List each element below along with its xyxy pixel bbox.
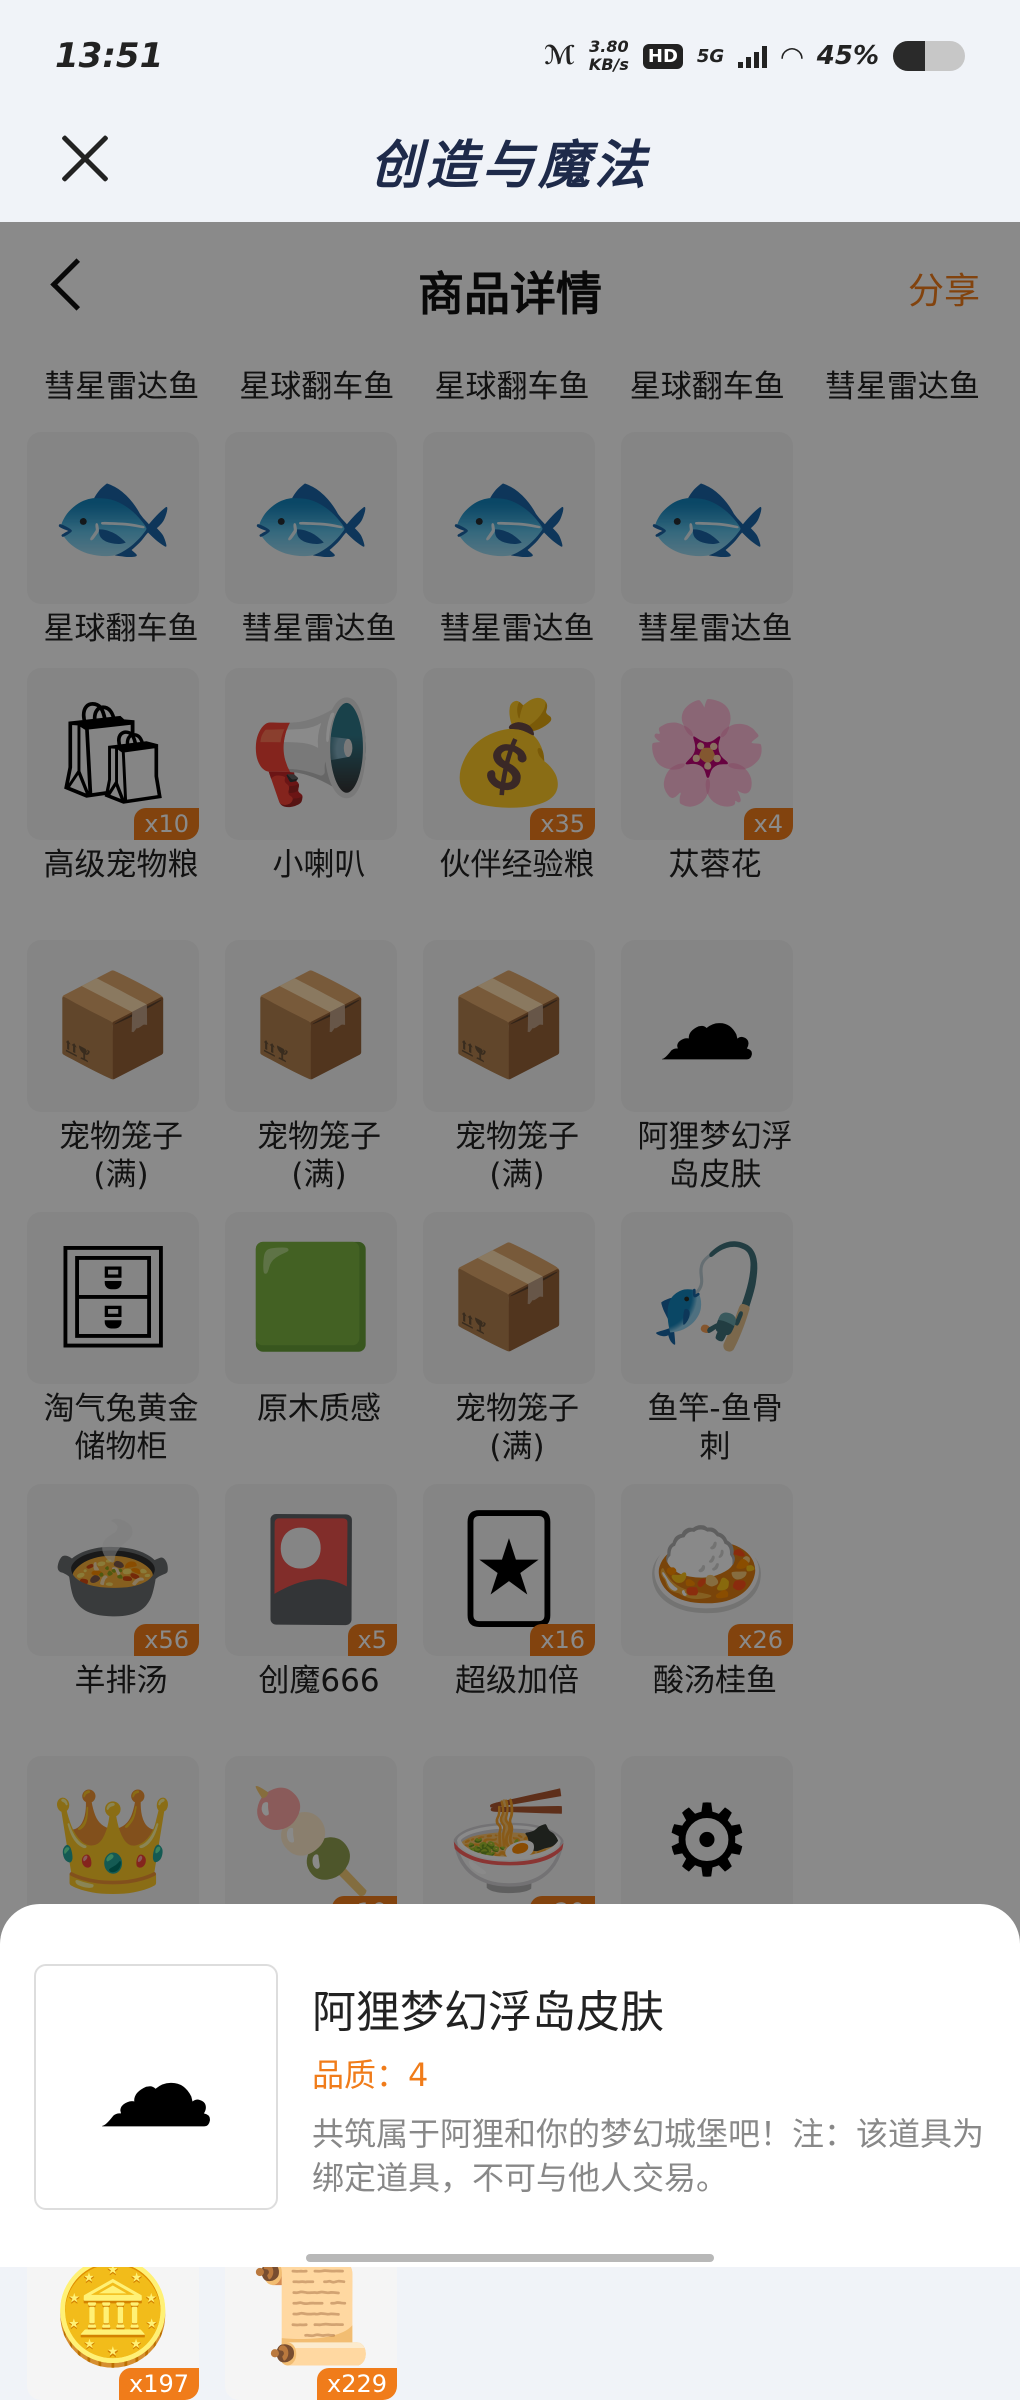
item-icon: 🪙 xyxy=(50,2254,176,2371)
clock: 13:51 xyxy=(55,36,164,76)
battery-icon xyxy=(893,41,965,71)
hd-icon: HD xyxy=(642,43,683,69)
item-description: 共筑属于阿狸和你的梦幻城堡吧！注：该道具为绑定道具，不可与他人交易。 xyxy=(312,2115,985,2197)
nfc-icon: ℳ xyxy=(544,41,575,71)
status-icons: ℳ 3.80 KB/s HD 5G ◠ 45% xyxy=(544,34,965,78)
battery-percent: 45% xyxy=(816,41,879,71)
item-quality: 品质：4 xyxy=(312,2056,429,2094)
home-indicator[interactable] xyxy=(306,2254,714,2262)
network-type: 5G xyxy=(696,45,725,67)
net-speed-value: 3.80 xyxy=(589,37,629,56)
signal-icon xyxy=(738,44,768,68)
item-thumbnail: ☁ xyxy=(34,1964,278,2210)
status-bar: 13:51 ℳ 3.80 KB/s HD 5G ◠ 45% xyxy=(0,0,1020,110)
quantity-badge: x197 xyxy=(118,2368,199,2400)
item-icon: 📜 xyxy=(248,2254,374,2371)
net-speed: 3.80 KB/s xyxy=(589,38,629,74)
island-skin-icon: ☁ xyxy=(96,2016,216,2155)
quantity-badge: x229 xyxy=(316,2368,397,2400)
wifi-icon: ◠ xyxy=(781,39,803,73)
app-title: 创造与魔法 xyxy=(369,136,650,196)
item-detail-sheet: ☁ 阿狸梦幻浮岛皮肤 品质：4 共筑属于阿狸和你的梦幻城堡吧！注：该道具为绑定道… xyxy=(0,1904,1020,2267)
close-icon[interactable] xyxy=(58,130,114,186)
net-speed-unit: KB/s xyxy=(588,55,629,74)
item-name: 阿狸梦幻浮岛皮肤 xyxy=(312,1987,664,2038)
app-titlebar: 创造与魔法 xyxy=(0,110,1020,222)
